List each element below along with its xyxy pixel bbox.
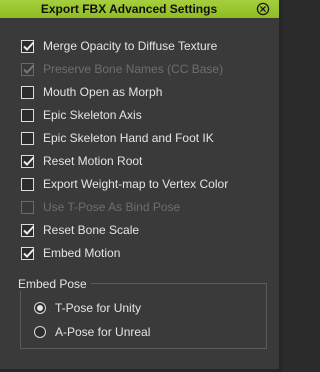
radio-label: T-Pose for Unity xyxy=(55,301,142,315)
preserve-bone-names-checkbox: Preserve Bone Names (CC Base) xyxy=(21,61,223,77)
checkbox[interactable] xyxy=(21,85,34,99)
checkbox-label: Reset Bone Scale xyxy=(43,223,140,237)
close-button[interactable] xyxy=(256,2,270,16)
checkbox-label: Embed Motion xyxy=(43,246,121,260)
checkbox-label: Merge Opacity to Diffuse Texture xyxy=(43,39,218,53)
merge-opacity-checkbox[interactable]: Merge Opacity to Diffuse Texture xyxy=(21,38,217,54)
checkbox[interactable] xyxy=(21,131,34,145)
checkbox[interactable] xyxy=(21,177,34,191)
checkmark-icon xyxy=(23,41,35,51)
checkbox-label: Preserve Bone Names (CC Base) xyxy=(43,62,224,76)
dialog-title: Export FBX Advanced Settings xyxy=(40,2,218,16)
checkbox[interactable] xyxy=(21,223,35,237)
checkmark-icon xyxy=(23,225,35,235)
embed-pose-title: Embed Pose xyxy=(14,277,91,291)
radio-label: A-Pose for Unreal xyxy=(55,325,151,339)
checkbox[interactable] xyxy=(21,108,34,122)
reset-motion-root-checkbox[interactable]: Reset Motion Root xyxy=(21,153,142,169)
checkbox xyxy=(21,62,35,76)
checkbox-label: Epic Skeleton Hand and Foot IK xyxy=(43,131,214,145)
radio-button[interactable] xyxy=(34,326,46,338)
checkmark-icon xyxy=(23,156,35,166)
checkbox[interactable] xyxy=(21,154,35,168)
embed-motion-checkbox[interactable]: Embed Motion xyxy=(21,245,120,261)
close-circle-icon xyxy=(256,2,270,16)
checkbox[interactable] xyxy=(21,39,35,53)
checkbox[interactable] xyxy=(21,246,35,260)
export-weight-map-checkbox[interactable]: Export Weight-map to Vertex Color xyxy=(21,176,228,192)
checkbox-label: Epic Skeleton Axis xyxy=(43,108,142,122)
checkmark-icon xyxy=(23,248,35,258)
checkbox-label: Use T-Pose As Bind Pose xyxy=(43,200,181,214)
checkbox-label: Mouth Open as Morph xyxy=(43,85,163,99)
radio-t-pose-unity[interactable]: T-Pose for Unity xyxy=(34,300,141,316)
reset-bone-scale-checkbox[interactable]: Reset Bone Scale xyxy=(21,222,139,238)
radio-a-pose-unreal[interactable]: A-Pose for Unreal xyxy=(34,324,150,340)
checkbox-label: Reset Motion Root xyxy=(43,154,143,168)
checkbox-label: Export Weight-map to Vertex Color xyxy=(43,177,229,191)
mouth-open-morph-checkbox[interactable]: Mouth Open as Morph xyxy=(21,84,162,100)
radio-button[interactable] xyxy=(34,302,46,314)
epic-skeleton-axis-checkbox[interactable]: Epic Skeleton Axis xyxy=(21,107,142,123)
title-bar[interactable]: Export FBX Advanced Settings xyxy=(0,0,279,18)
checkmark-icon xyxy=(23,64,35,74)
checkbox xyxy=(21,200,34,214)
use-t-pose-bind-pose-checkbox: Use T-Pose As Bind Pose xyxy=(21,199,180,215)
epic-skeleton-hand-foot-ik-checkbox[interactable]: Epic Skeleton Hand and Foot IK xyxy=(21,130,214,146)
export-fbx-advanced-settings-dialog: Export FBX Advanced Settings Merge Opaci… xyxy=(0,0,282,372)
